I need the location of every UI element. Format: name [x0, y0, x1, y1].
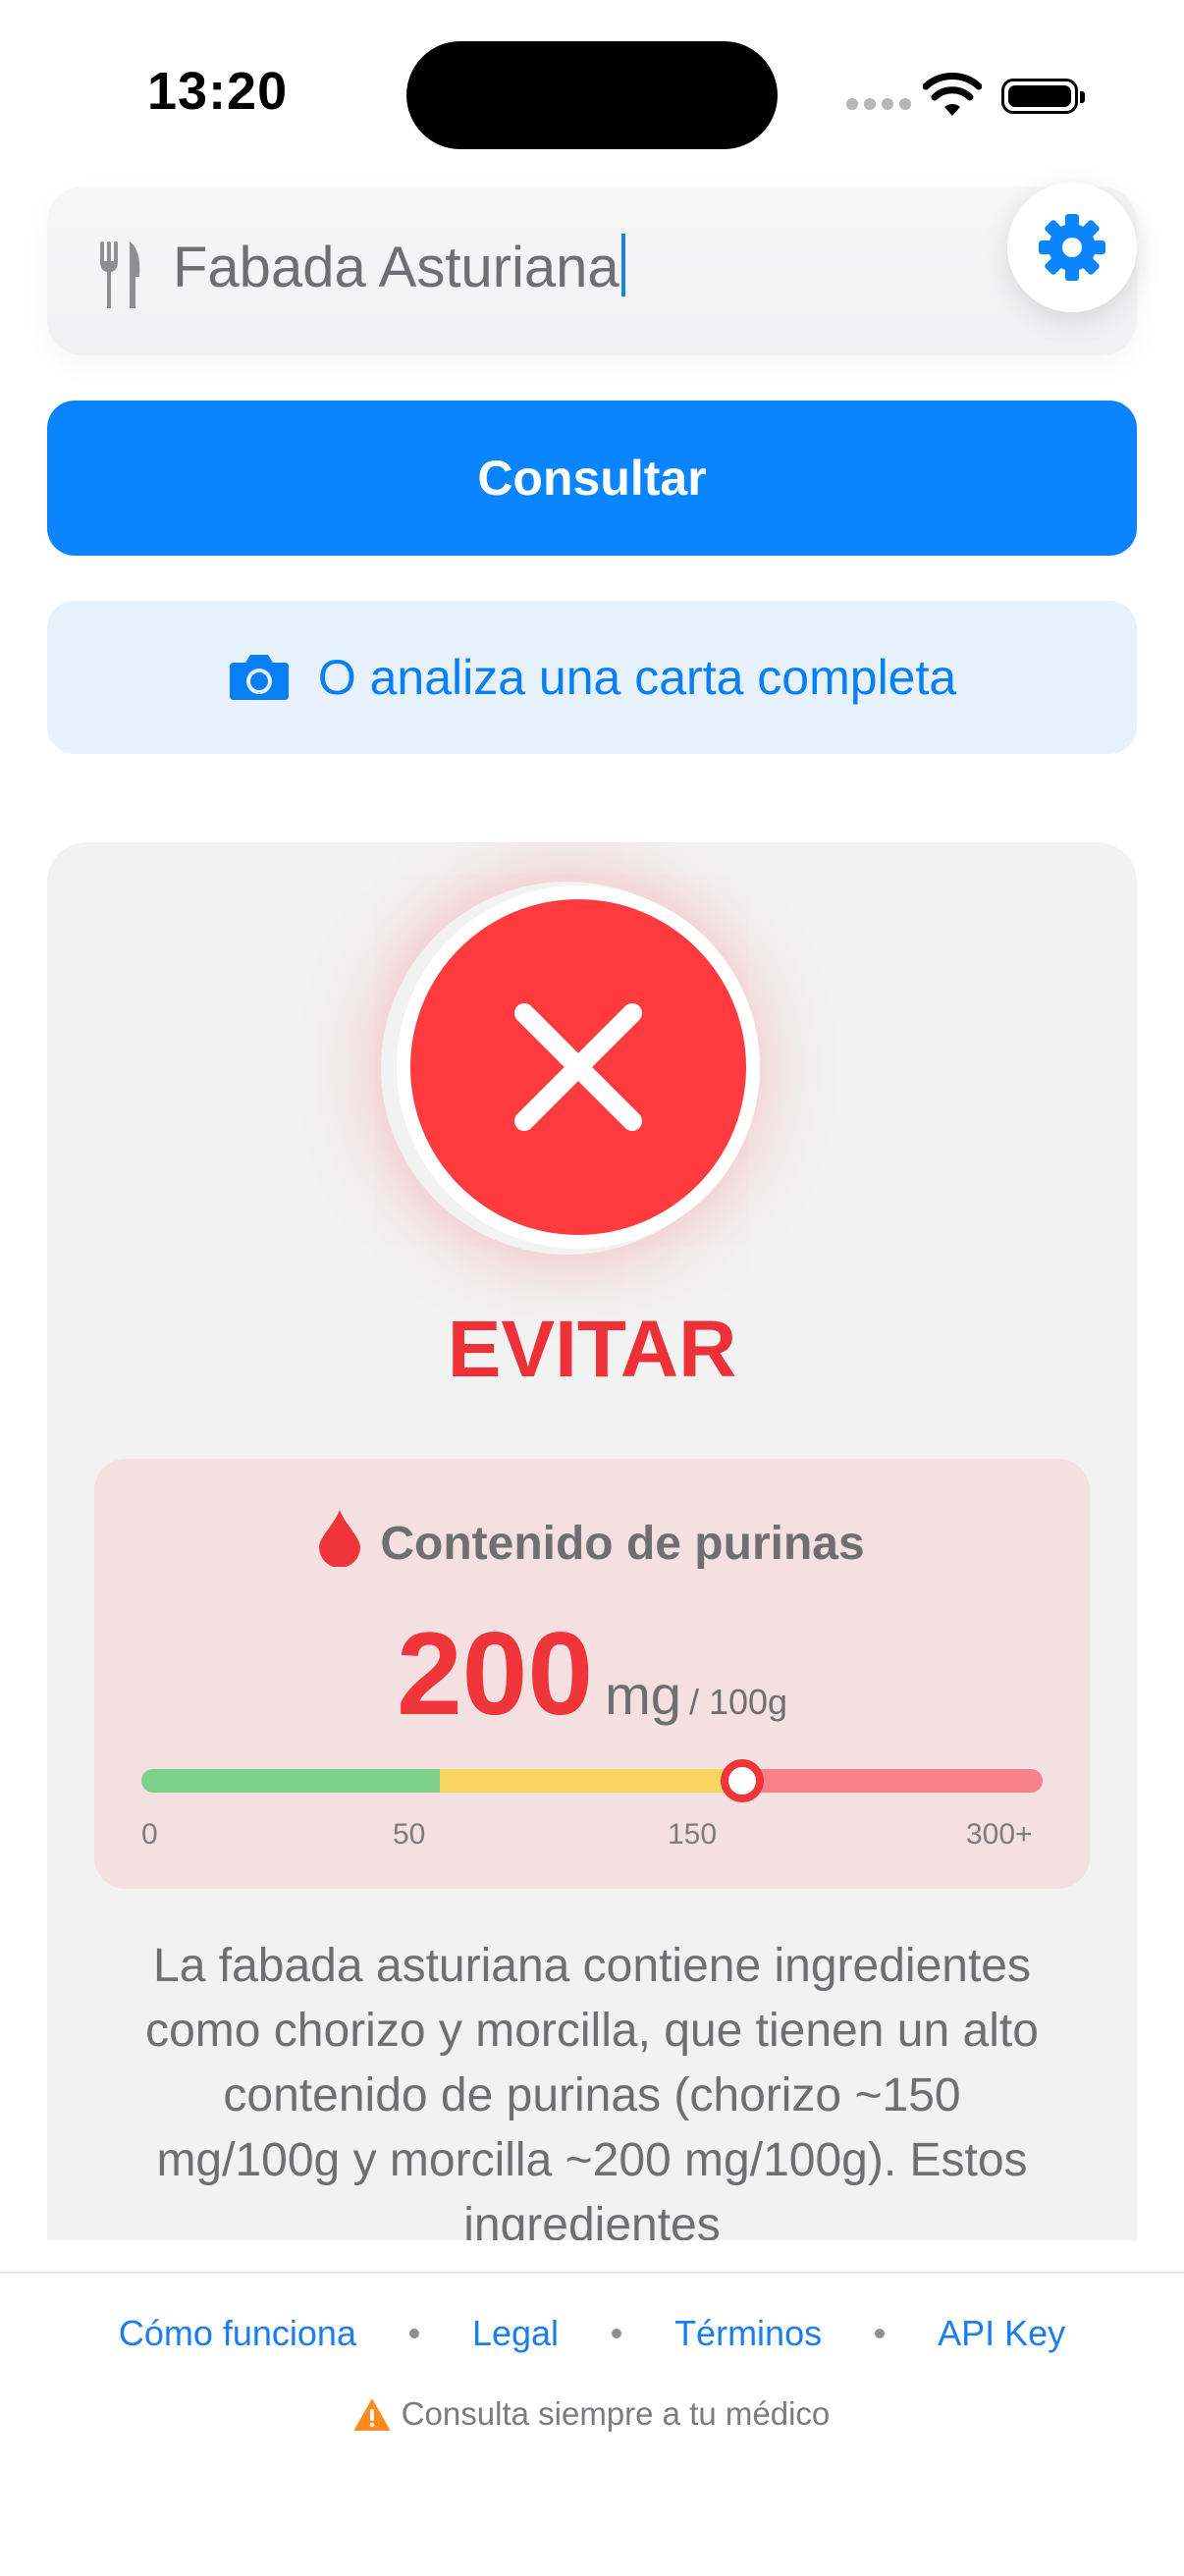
purine-title-text: Contenido de purinas: [380, 1518, 865, 1570]
footer-link-legal[interactable]: Legal: [472, 2313, 559, 2354]
purine-panel: Contenido de purinas 200 mg/ 100g 0 50 15…: [94, 1459, 1090, 1889]
search-input-value: Fabada Asturiana: [173, 236, 619, 299]
footer-note: Consulta siempre a tu médico: [0, 2395, 1184, 2433]
fork-knife-icon: [100, 242, 140, 308]
scale-segment-low: [141, 1769, 440, 1793]
purine-scale-marker: [721, 1759, 765, 1802]
verdict-badge: [397, 886, 760, 1249]
camera-icon: [229, 655, 289, 700]
scale-segment-medium: [440, 1769, 740, 1793]
footer-link-terms[interactable]: Términos: [674, 2313, 822, 2354]
separator-dot: [612, 2329, 622, 2338]
text-caret: [620, 234, 625, 296]
analyze-menu-label: O analiza una carta completa: [317, 650, 957, 705]
purine-title: Contenido de purinas: [94, 1510, 1090, 1571]
cellular-signal-icon: [846, 98, 911, 110]
footer-links: Cómo funciona Legal Términos API Key: [0, 2313, 1184, 2354]
scale-tick-300: 300+: [966, 1818, 1033, 1851]
close-x-icon: [514, 1003, 642, 1131]
result-card: EVITAR Contenido de purinas 200 mg/ 100g …: [47, 842, 1137, 2240]
scale-tick-50: 50: [393, 1818, 426, 1851]
consult-button[interactable]: Consultar: [47, 401, 1137, 556]
dish-search-field[interactable]: Fabada Asturiana: [47, 187, 1137, 355]
separator-dot: [875, 2329, 886, 2338]
dynamic-island: [406, 41, 778, 149]
purine-unit: mg: [605, 1664, 681, 1726]
status-bar: 13:20: [0, 0, 1184, 187]
footer-link-api-key[interactable]: API Key: [938, 2313, 1065, 2354]
wifi-icon: [923, 73, 982, 116]
verdict-label: EVITAR: [447, 1305, 737, 1394]
purine-value: 200: [396, 1608, 594, 1740]
scale-tick-150: 150: [668, 1818, 718, 1851]
search-input[interactable]: Fabada Asturiana: [173, 234, 625, 300]
footer: Cómo funciona Legal Términos API Key Con…: [0, 2272, 1184, 2576]
purine-value-row: 200 mg/ 100g: [94, 1606, 1090, 1742]
settings-button[interactable]: [1007, 183, 1137, 312]
purine-scale-bar: [141, 1769, 1043, 1793]
status-time: 13:20: [147, 62, 289, 121]
scale-tick-0: 0: [141, 1818, 158, 1851]
warning-icon: [353, 2399, 390, 2431]
purine-per: / 100g: [688, 1682, 788, 1722]
result-description: La fabada asturiana contiene ingrediente…: [145, 1940, 1039, 2240]
scale-segment-high: [740, 1769, 1043, 1793]
analyze-menu-button[interactable]: O analiza una carta completa: [47, 601, 1137, 754]
battery-icon: [1001, 79, 1085, 114]
footer-note-text: Consulta siempre a tu médico: [401, 2395, 831, 2432]
separator-dot: [408, 2329, 419, 2338]
gear-icon: [1039, 214, 1105, 281]
footer-link-how-it-works[interactable]: Cómo funciona: [119, 2313, 356, 2354]
drop-icon: [319, 1510, 361, 1567]
